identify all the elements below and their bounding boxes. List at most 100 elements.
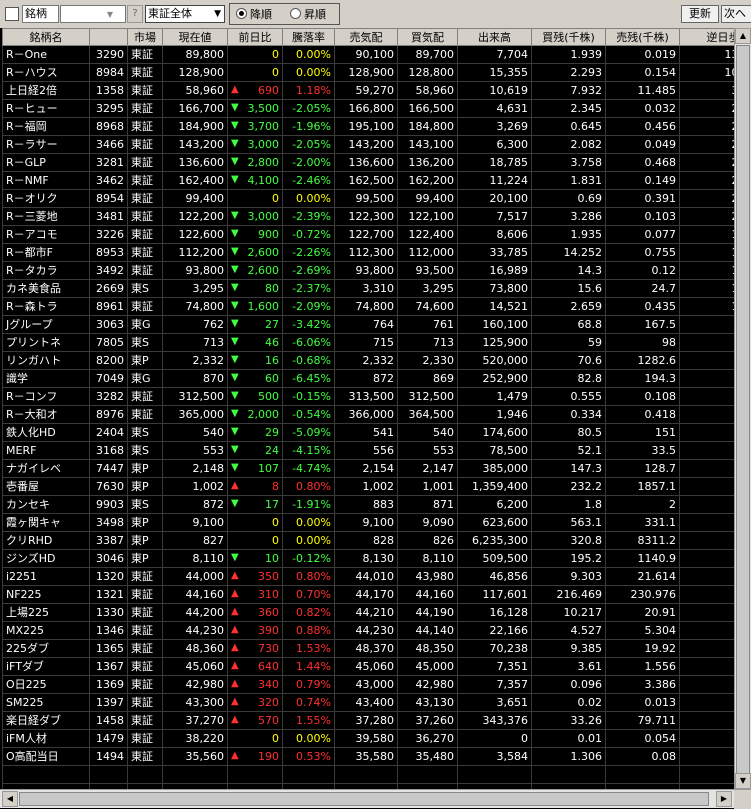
table-row[interactable]: R－三菱地 3481 東証 122,200 ▼ 3,000 -2.39% 122,300 122… xyxy=(2,207,734,226)
change-value: 8 xyxy=(272,479,279,493)
scrollbar-corner xyxy=(734,790,751,809)
cell-ask: 541 xyxy=(334,423,398,442)
table-row[interactable]: クリRHD 3387 東P 827 0 0.00% 828 826 6,235,300 320.8… xyxy=(2,531,734,550)
vertical-scrollbar[interactable]: ▲ ▼ xyxy=(734,28,751,789)
table-row[interactable]: R－ハウス 8984 東証 128,900 0 0.00% 128,900 128,800 15… xyxy=(2,63,734,82)
down-triangle-icon: ▼ xyxy=(231,354,239,365)
sort-order-group: 降順 昇順 xyxy=(229,3,340,25)
cell-bid: 162,200 xyxy=(397,171,458,190)
col-header-ask[interactable]: 売気配 xyxy=(334,28,398,46)
order-asc-radio[interactable]: 昇順 xyxy=(290,8,326,22)
col-header-rate[interactable]: 騰落率 xyxy=(282,28,335,46)
refresh-button[interactable]: 更新 xyxy=(681,5,719,23)
col-header-reverse-fee[interactable]: 逆日歩 xyxy=(679,28,734,46)
table-row[interactable]: R－大和オ 8976 東証 365,000 ▼ 2,000 -0.54% 366,000 364… xyxy=(2,405,734,424)
cell-rate: -0.15% xyxy=(282,387,335,406)
cell-bid: 36,270 xyxy=(397,729,458,748)
code-input[interactable]: ▼ xyxy=(60,5,126,23)
table-row[interactable]: ジンズHD 3046 東P 8,110 ▼ 10 -0.12% 8,130 8,110 509,5… xyxy=(2,549,734,568)
chevron-down-icon[interactable]: ▼ xyxy=(107,7,113,23)
col-header-sell-balance[interactable]: 売残(千株) xyxy=(605,28,680,46)
table-row[interactable]: O高配当日 1494 東証 35,560 ▲ 190 0.53% 35,580 35,480 3,… xyxy=(2,747,734,766)
table-row[interactable]: R－ラサー 3466 東証 143,200 ▼ 3,000 -2.05% 143,200 143… xyxy=(2,135,734,154)
cell-buy-balance: 82.8 xyxy=(531,369,606,388)
col-header-price[interactable]: 現在値 xyxy=(162,28,228,46)
cell-reverse-fee: 15.0 xyxy=(679,621,734,640)
table-row[interactable]: NF225 1321 東証 44,160 ▲ 310 0.70% 44,170 44,160 11… xyxy=(2,585,734,604)
next-button[interactable]: 次へ xyxy=(721,5,751,23)
table-row[interactable]: R－アコモ 3226 東証 122,600 ▼ 900 -0.72% 122,700 122,4… xyxy=(2,225,734,244)
table-row[interactable]: R－タカラ 3492 東証 93,800 ▼ 2,600 -2.69% 93,800 93,50… xyxy=(2,261,734,280)
col-header-code[interactable] xyxy=(89,28,128,46)
scroll-down-icon[interactable]: ▼ xyxy=(735,773,751,789)
table-row[interactable]: iFM人材 1479 東証 38,220 0 0.00% 39,580 36,270 0 0.01… xyxy=(2,729,734,748)
down-triangle-icon: ▼ xyxy=(231,102,239,113)
table-row[interactable]: 霞ヶ関キャ 3498 東P 9,100 0 0.00% 9,100 9,090 623,600 5… xyxy=(2,513,734,532)
table-row[interactable]: 上場225 1330 東証 44,200 ▲ 360 0.82% 44,210 44,190 16… xyxy=(2,603,734,622)
scroll-up-icon[interactable]: ▲ xyxy=(735,28,751,44)
table-row[interactable]: MERF 3168 東S 553 ▼ 24 -4.15% 556 553 78,500 52.1 33… xyxy=(2,441,734,460)
order-desc-radio[interactable]: 降順 xyxy=(236,8,272,22)
table-row[interactable]: リンガハト 8200 東P 2,332 ▼ 16 -0.68% 2,332 2,330 520,0… xyxy=(2,351,734,370)
table-row[interactable]: R－オリク 8954 東証 99,400 0 0.00% 99,500 99,400 20,10… xyxy=(2,189,734,208)
market-select[interactable]: 東証全体 ▼ xyxy=(145,5,225,23)
horizontal-scrollbar[interactable]: ◀ ▶ xyxy=(0,789,751,809)
help-button[interactable]: ? xyxy=(127,5,143,23)
cell-change: ▲ 340 xyxy=(227,675,283,694)
down-triangle-icon: ▼ xyxy=(231,498,239,509)
table-row[interactable]: R－GLP 3281 東証 136,600 ▼ 2,800 -2.00% 136,600 136… xyxy=(2,153,734,172)
table-row[interactable]: R－ヒュー 3295 東証 166,700 ▼ 3,500 -2.05% 166,800 166… xyxy=(2,99,734,118)
cell-buy-balance: 1.8 xyxy=(531,495,606,514)
table-row[interactable]: カネ美食品 2669 東S 3,295 ▼ 80 -2.37% 3,310 3,295 73,80… xyxy=(2,279,734,298)
cell-volume: 14,521 xyxy=(457,297,532,316)
cell-volume: 73,800 xyxy=(457,279,532,298)
table-row[interactable]: R－都市F 8953 東証 112,200 ▼ 2,600 -2.26% 112,300 112… xyxy=(2,243,734,262)
table-row[interactable]: R－福岡 8968 東証 184,900 ▼ 3,700 -1.96% 195,100 184,… xyxy=(2,117,734,136)
cell-reverse-fee: 15.0 xyxy=(679,747,734,766)
col-header-bid[interactable]: 買気配 xyxy=(397,28,458,46)
table-row[interactable]: O日225 1369 東証 42,980 ▲ 340 0.79% 43,000 42,980 7,… xyxy=(2,675,734,694)
scroll-left-icon[interactable]: ◀ xyxy=(2,791,18,807)
table-row[interactable]: SM225 1397 東証 43,300 ▲ 320 0.74% 43,400 43,130 3,… xyxy=(2,693,734,712)
cell-sell-balance: 151 xyxy=(605,423,680,442)
table-row[interactable]: 楽日経ダブ 1458 東証 37,270 ▲ 570 1.55% 37,280 37,260 34… xyxy=(2,711,734,730)
cell-volume: 4,631 xyxy=(457,99,532,118)
table-row[interactable]: ナガイレベ 7447 東P 2,148 ▼ 107 -4.74% 2,154 2,147 385,… xyxy=(2,459,734,478)
cell-market: 東証 xyxy=(127,99,163,118)
table-row[interactable]: カンセキ9903東S872▼ 17-1.91%8838716,2001.8221.… xyxy=(2,495,734,514)
table-row[interactable]: 上日経2倍 1358 東証 58,960 ▲ 690 1.18% 59,270 58,960 10… xyxy=(2,81,734,100)
table-row[interactable]: Jグループ 3063 東G 762 ▼ 27 -3.42% 764 761 160,100 68.8… xyxy=(2,315,734,334)
cell-code: 3290 xyxy=(89,45,128,64)
select-checkbox[interactable] xyxy=(5,7,19,21)
cell-buy-balance: 0.645 xyxy=(531,117,606,136)
table-row[interactable]: i2251 1320 東証 44,000 ▲ 350 0.80% 44,010 43,980 46… xyxy=(2,567,734,586)
table-row[interactable]: 225ダブ 1365 東証 48,360 ▲ 730 1.53% 48,370 48,350 70… xyxy=(2,639,734,658)
down-triangle-icon: ▼ xyxy=(231,390,239,401)
table-row[interactable]: R－NMF 3462 東証 162,400 ▼ 4,100 -2.46% 162,500 162… xyxy=(2,171,734,190)
vertical-scroll-thumb[interactable] xyxy=(736,45,750,787)
col-header-name[interactable]: 銘柄名 xyxy=(2,28,90,46)
table-row[interactable]: R－森トラ 8961 東証 74,800 ▼ 1,600 -2.09% 74,800 74,60… xyxy=(2,297,734,316)
col-header-buy-balance[interactable]: 買残(千株) xyxy=(531,28,606,46)
cell-ask: 9,100 xyxy=(334,513,398,532)
horizontal-scroll-thumb[interactable] xyxy=(19,792,709,806)
table-row[interactable]: 鉄人化HD 2404 東S 540 ▼ 29 -5.09% 541 540 174,600 80.5… xyxy=(2,423,734,442)
table-row[interactable]: プリントネ 7805 東S 713 ▼ 46 -6.06% 715 713 125,900 59 98… xyxy=(2,333,734,352)
cell-change: ▼ 3,700 xyxy=(227,117,283,136)
cell-reverse-fee: 30.0 xyxy=(679,405,734,424)
cell-sell-balance: 0.054 xyxy=(605,729,680,748)
cell-volume: 8,606 xyxy=(457,225,532,244)
col-header-change[interactable]: 前日比 xyxy=(227,28,283,46)
table-row[interactable]: MX225 1346 東証 44,230 ▲ 390 0.88% 44,230 44,140 22… xyxy=(2,621,734,640)
table-row[interactable]: 壱番屋 7630 東P 1,002 ▲ 8 0.80% 1,002 1,001 1,359,400… xyxy=(2,477,734,496)
table-row[interactable]: R－One 3290 東証 89,800 0 0.00% 90,100 89,700 7,704… xyxy=(2,45,734,64)
table-row[interactable]: R－コンフ 3282 東証 312,500 ▼ 500 -0.15% 313,500 312,5… xyxy=(2,387,734,406)
scroll-right-icon[interactable]: ▶ xyxy=(716,791,732,807)
table-row[interactable]: iFTダブ 1367 東証 45,060 ▲ 640 1.44% 45,060 45,000 7,… xyxy=(2,657,734,676)
col-header-volume[interactable]: 出来高 xyxy=(457,28,532,46)
cell-buy-balance: 195.2 xyxy=(531,549,606,568)
cell-change: ▲ 690 xyxy=(227,81,283,100)
table-row[interactable]: 識学 7049 東G 870 ▼ 60 -6.45% 872 869 252,900 82.8 194… xyxy=(2,369,734,388)
cell-price: 93,800 xyxy=(162,261,228,280)
col-header-market[interactable]: 市場 xyxy=(127,28,163,46)
